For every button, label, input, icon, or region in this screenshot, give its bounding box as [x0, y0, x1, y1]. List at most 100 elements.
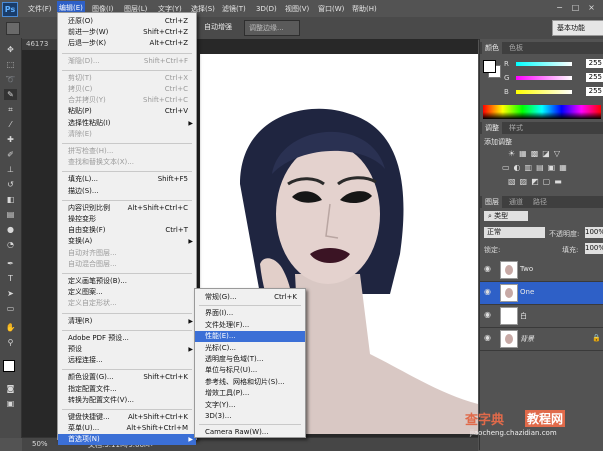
menu-item[interactable]: 预设 ▶ — [58, 344, 196, 355]
menu-item[interactable]: 指定配置文件... — [58, 384, 196, 395]
pen-tool-icon[interactable]: ✒ — [4, 258, 17, 269]
minimize-icon[interactable]: − — [553, 2, 566, 14]
menu-item[interactable]: 键盘快捷键... Alt+Shift+Ctrl+K — [58, 412, 196, 423]
menu-item[interactable]: 远程连接... — [58, 355, 196, 366]
brush-tool-icon[interactable]: ✐ — [4, 149, 17, 160]
menu-item[interactable]: 定义图案... — [58, 287, 196, 298]
menu-item[interactable]: 变换(A) ▶ — [58, 236, 196, 247]
menu-item[interactable]: 合并拷贝(Y) Shift+Ctrl+C — [58, 95, 196, 106]
fill-value[interactable]: 100% — [585, 243, 603, 254]
healing-brush-icon[interactable]: ✚ — [4, 134, 17, 145]
lasso-tool-icon[interactable]: ➰ — [4, 74, 17, 85]
menu-item[interactable]: 后退一步(K) Alt+Ctrl+Z — [58, 38, 196, 49]
adjustment-icons-row3[interactable]: ▧▨◩▢▬ — [508, 177, 566, 186]
menu-item[interactable]: 拷贝(C) Ctrl+C — [58, 84, 196, 95]
menu-item[interactable]: 首选项(N) ▶ — [58, 434, 196, 446]
eraser-tool-icon[interactable]: ◧ — [4, 194, 17, 205]
visibility-eye-icon[interactable]: ◉ — [484, 288, 493, 296]
dodge-tool-icon[interactable]: ◔ — [4, 239, 17, 250]
layer-row-white[interactable]: ◉ 白 — [480, 305, 603, 328]
menu-item[interactable]: 界面(I)... — [195, 308, 305, 319]
menu-item[interactable]: 拼写检查(H)... — [58, 146, 196, 157]
blend-mode-select[interactable]: 正常 — [484, 227, 545, 238]
menu-item[interactable]: 单位与标尺(U)... — [195, 365, 305, 376]
marquee-tool-icon[interactable]: ⬚ — [4, 59, 17, 70]
close-icon[interactable]: × — [585, 2, 598, 14]
clone-stamp-icon[interactable]: ⊥ — [4, 164, 17, 175]
menu-help[interactable]: 帮助(H) — [350, 3, 379, 15]
document-tab[interactable]: 46173 — [22, 39, 62, 50]
visibility-eye-icon[interactable]: ◉ — [484, 265, 493, 273]
menu-item[interactable]: 还原(O) Ctrl+Z — [58, 16, 196, 27]
layer-row-two[interactable]: ◉ Two — [480, 259, 603, 282]
opacity-value[interactable]: 100% — [585, 227, 603, 238]
menu-item[interactable]: 自动对齐图层... — [58, 248, 196, 259]
menu-item[interactable]: Camera Raw(W)... — [195, 427, 305, 438]
adjustment-icons-row2[interactable]: ▭◐▥▤▣▦ — [502, 163, 571, 172]
menu-file[interactable]: 文件(F) — [26, 3, 54, 15]
refine-edge-button[interactable]: 调整边缘... — [244, 20, 300, 36]
tab-styles[interactable]: 样式 — [506, 122, 526, 134]
menu-item[interactable]: 文件处理(F)... — [195, 320, 305, 331]
menu-3d[interactable]: 3D(D) — [254, 3, 279, 15]
type-tool-icon[interactable]: T — [4, 273, 17, 284]
menu-item[interactable]: 光标(C)... — [195, 343, 305, 354]
visibility-eye-icon[interactable]: ◉ — [484, 334, 493, 342]
workspace-select[interactable]: 基本功能 — [552, 20, 603, 36]
menu-item[interactable]: 自由变换(F) Ctrl+T — [58, 225, 196, 236]
hand-tool-icon[interactable]: ✋ — [4, 322, 17, 333]
zoom-tool-icon[interactable]: ⚲ — [4, 337, 17, 348]
menu-item[interactable]: 增效工具(P)... — [195, 388, 305, 399]
menu-item[interactable]: 渐隐(D)... Shift+Ctrl+F — [58, 56, 196, 67]
red-value[interactable]: 255 — [586, 59, 603, 68]
menu-item[interactable]: 查找和替换文本(X)... — [58, 157, 196, 168]
menu-item[interactable]: 选择性粘贴(I) ▶ — [58, 118, 196, 129]
menu-window[interactable]: 窗口(W) — [316, 3, 346, 15]
menu-item[interactable]: 清理(R) ▶ — [58, 316, 196, 327]
crop-tool-icon[interactable]: ⌗ — [4, 104, 17, 115]
menu-item[interactable]: 清除(E) — [58, 129, 196, 140]
maximize-icon[interactable]: □ — [569, 2, 582, 14]
history-brush-icon[interactable]: ↺ — [4, 179, 17, 190]
tab-swatches[interactable]: 色板 — [506, 42, 526, 54]
blur-tool-icon[interactable]: ● — [4, 224, 17, 235]
tab-paths[interactable]: 路径 — [530, 196, 550, 208]
shape-tool-icon[interactable]: ▭ — [4, 303, 17, 314]
green-value[interactable]: 255 — [586, 73, 603, 82]
eyedropper-tool-icon[interactable]: ⁄ — [4, 119, 17, 130]
menu-item[interactable]: 颜色设置(G)... Shift+Ctrl+K — [58, 372, 196, 383]
gradient-tool-icon[interactable]: ▤ — [4, 209, 17, 220]
menu-item[interactable]: 转换为配置文件(V)... — [58, 395, 196, 406]
menu-item[interactable]: 定义自定形状... — [58, 298, 196, 309]
menu-item[interactable]: 剪切(T) Ctrl+X — [58, 73, 196, 84]
layer-filter-select[interactable]: ⌕ 类型 — [484, 211, 528, 221]
tab-layers[interactable]: 图层 — [482, 196, 502, 208]
menu-item[interactable]: 常规(G)... Ctrl+K — [195, 292, 305, 303]
menu-item[interactable]: 自动混合图层... — [58, 259, 196, 270]
menu-item[interactable]: 填充(L)... Shift+F5 — [58, 174, 196, 185]
foreground-swatch[interactable] — [483, 60, 496, 73]
menu-filter[interactable]: 滤镜(T) — [220, 3, 248, 15]
menu-item[interactable]: 参考线、网格和切片(S)... — [195, 377, 305, 388]
menu-item[interactable]: 定义画笔预设(B)... — [58, 276, 196, 287]
menu-item[interactable]: 前进一步(W) Shift+Ctrl+Z — [58, 27, 196, 38]
menu-item[interactable]: 粘贴(P) Ctrl+V — [58, 106, 196, 117]
tab-channels[interactable]: 通道 — [506, 196, 526, 208]
layer-row-one[interactable]: ◉ One — [480, 282, 603, 305]
foreground-color-swatch[interactable] — [3, 360, 15, 372]
quick-mask-icon[interactable]: ◙ — [4, 383, 17, 394]
menu-item[interactable]: 内容识别比例 Alt+Shift+Ctrl+C — [58, 203, 196, 214]
zoom-level[interactable]: 50% — [32, 440, 48, 448]
menu-item[interactable]: 性能(E)... — [195, 331, 305, 343]
green-slider[interactable]: G 255 — [504, 73, 603, 83]
quick-select-tool-icon[interactable]: ✎ — [4, 89, 17, 100]
adjustment-icons-row1[interactable]: ☀▦▩◪▽ — [508, 149, 564, 158]
path-select-icon[interactable]: ➤ — [4, 288, 17, 299]
layer-row-background[interactable]: ◉ 背景 🔒 — [480, 328, 603, 351]
menu-item[interactable]: 3D(3)... — [195, 411, 305, 422]
tab-adjustments[interactable]: 调整 — [482, 122, 502, 134]
tab-color[interactable]: 颜色 — [482, 42, 502, 54]
menu-item[interactable]: 文字(Y)... — [195, 400, 305, 411]
move-tool-icon[interactable]: ✥ — [4, 44, 17, 55]
blue-slider[interactable]: B 255 — [504, 87, 603, 97]
